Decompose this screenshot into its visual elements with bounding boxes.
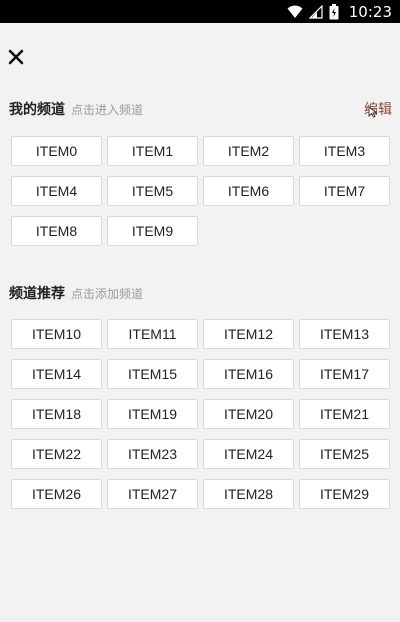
status-icons: 10:23 bbox=[287, 2, 392, 21]
channel-item[interactable]: ITEM23 bbox=[107, 439, 198, 469]
channel-item[interactable]: ITEM29 bbox=[299, 479, 390, 509]
channel-item[interactable]: ITEM17 bbox=[299, 359, 390, 389]
channel-item[interactable]: ITEM2 bbox=[203, 136, 294, 166]
channel-item[interactable]: ITEM11 bbox=[107, 319, 198, 349]
channel-item[interactable]: ITEM7 bbox=[299, 176, 390, 206]
channel-item[interactable]: ITEM24 bbox=[203, 439, 294, 469]
close-icon bbox=[8, 49, 24, 65]
channel-item[interactable]: ITEM15 bbox=[107, 359, 198, 389]
battery-icon bbox=[329, 3, 339, 19]
my-channels-grid: ITEM0 ITEM1 ITEM2 ITEM3 ITEM4 ITEM5 ITEM6 ITEM7… bbox=[11, 136, 391, 246]
my-channels-header: 我的频道 点击进入频道 bbox=[9, 99, 143, 119]
channel-item[interactable]: ITEM21 bbox=[299, 399, 390, 429]
my-channels-hint: 点击进入频道 bbox=[71, 103, 144, 117]
channel-item[interactable]: ITEM1 bbox=[107, 136, 198, 166]
channel-item[interactable]: ITEM0 bbox=[11, 136, 102, 166]
recommended-channels-grid: ITEM10 ITEM11 ITEM12 ITEM13 ITEM14 ITEM15 ITEM… bbox=[11, 319, 391, 509]
recommended-hint: 点击添加频道 bbox=[71, 287, 144, 301]
channel-item[interactable]: ITEM19 bbox=[107, 399, 198, 429]
channel-item[interactable]: ITEM3 bbox=[299, 136, 390, 166]
channel-item[interactable]: ITEM9 bbox=[107, 216, 198, 246]
channel-item[interactable]: ITEM13 bbox=[299, 319, 390, 349]
channel-item[interactable]: ITEM5 bbox=[107, 176, 198, 206]
status-bar: 10:23 bbox=[0, 0, 400, 23]
channel-item[interactable]: ITEM22 bbox=[11, 439, 102, 469]
channel-item[interactable]: ITEM14 bbox=[11, 359, 102, 389]
channel-item[interactable]: ITEM16 bbox=[203, 359, 294, 389]
channel-item[interactable]: ITEM12 bbox=[203, 319, 294, 349]
recommended-header: 频道推荐 点击添加频道 bbox=[9, 283, 143, 303]
channel-item[interactable]: ITEM26 bbox=[11, 479, 102, 509]
status-time: 10:23 bbox=[348, 2, 392, 21]
recommended-title: 频道推荐 bbox=[9, 286, 65, 302]
mouse-cursor-icon bbox=[368, 106, 378, 118]
channel-item[interactable]: ITEM28 bbox=[203, 479, 294, 509]
channel-item[interactable]: ITEM20 bbox=[203, 399, 294, 429]
channel-item[interactable]: ITEM25 bbox=[299, 439, 390, 469]
channel-item[interactable]: ITEM6 bbox=[203, 176, 294, 206]
my-channels-title: 我的频道 bbox=[9, 102, 65, 118]
channel-item[interactable]: ITEM10 bbox=[11, 319, 102, 349]
close-button[interactable] bbox=[8, 44, 28, 68]
channel-item[interactable]: ITEM18 bbox=[11, 399, 102, 429]
channel-item[interactable]: ITEM4 bbox=[11, 176, 102, 206]
cellular-signal-icon bbox=[308, 4, 323, 19]
channel-item[interactable]: ITEM27 bbox=[107, 479, 198, 509]
channel-item[interactable]: ITEM8 bbox=[11, 216, 102, 246]
wifi-icon bbox=[287, 5, 303, 18]
